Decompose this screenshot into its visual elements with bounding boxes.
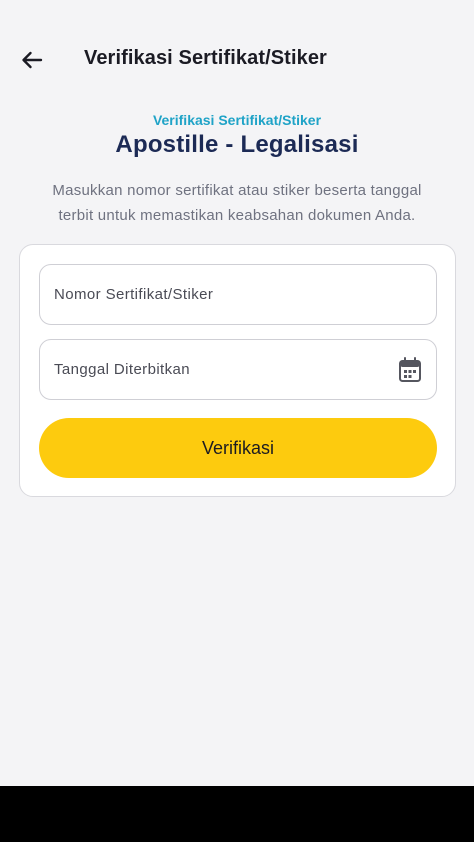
app-bar: Verifikasi Sertifikat/Stiker	[0, 0, 474, 120]
instruction-text: Masukkan nomor sertifikat atau stiker be…	[26, 178, 448, 228]
issue-date-input[interactable]: Tanggal Diterbitkan	[39, 339, 437, 400]
certificate-number-placeholder: Nomor Sertifikat/Stiker	[54, 286, 214, 303]
verification-screen: Verifikasi Sertifikat/Stiker Verifikasi …	[0, 0, 474, 842]
page-title: Verifikasi Sertifikat/Stiker	[84, 47, 327, 69]
issue-date-placeholder: Tanggal Diterbitkan	[54, 361, 191, 378]
instruction-line-2: terbit untuk memastikan keabsahan dokume…	[58, 207, 416, 224]
system-navigation-bar	[0, 786, 474, 842]
verification-form-card: Nomor Sertifikat/Stiker Tanggal Diterbit…	[19, 244, 456, 497]
verify-button[interactable]: Verifikasi	[39, 418, 437, 478]
service-title: Apostille - Legalisasi	[115, 131, 359, 158]
back-button[interactable]	[14, 44, 50, 76]
certificate-number-input[interactable]: Nomor Sertifikat/Stiker	[39, 264, 437, 325]
arrow-left-icon	[22, 51, 43, 69]
calendar-icon[interactable]	[398, 357, 422, 383]
section-eyebrow: Verifikasi Sertifikat/Stiker	[152, 112, 322, 128]
instruction-line-1: Masukkan nomor sertifikat atau stiker be…	[52, 182, 422, 199]
